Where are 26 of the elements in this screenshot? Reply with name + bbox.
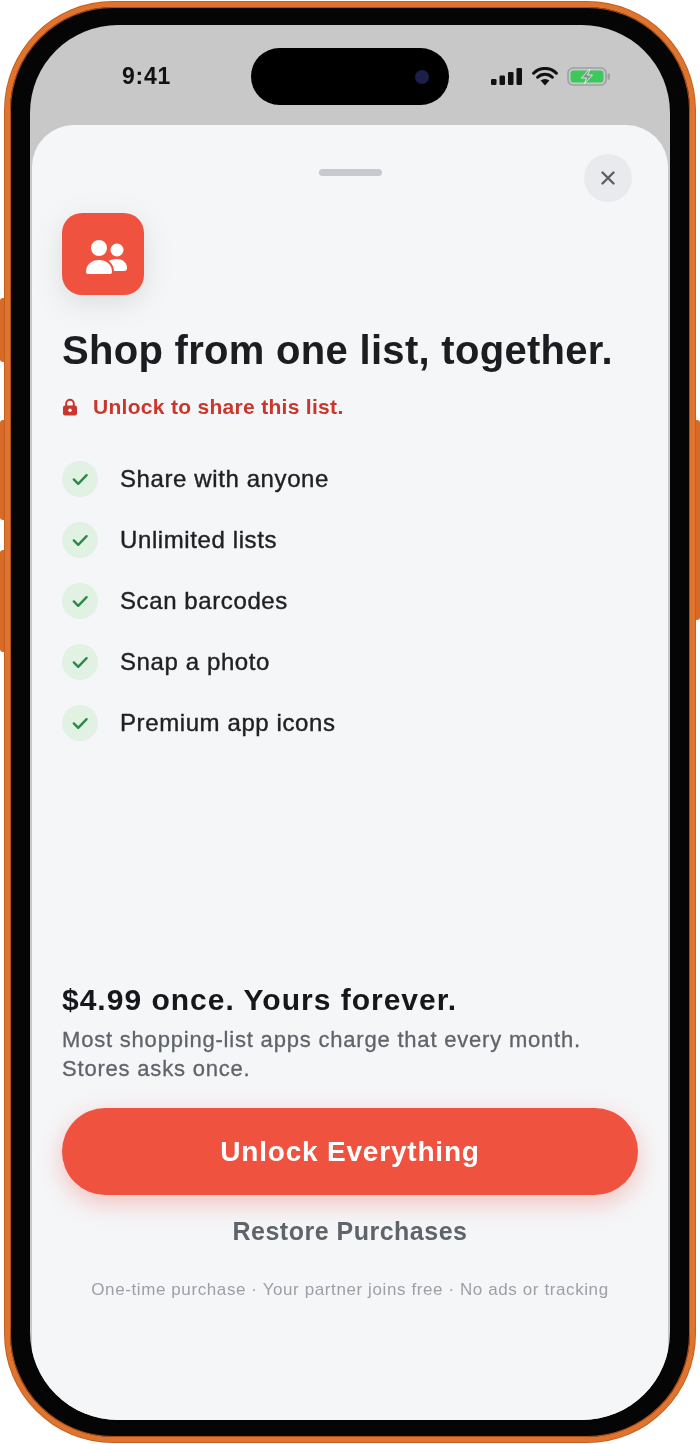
feature-label: Share with anyone: [120, 464, 329, 494]
feature-label: Premium app icons: [120, 708, 336, 738]
people-icon: [62, 213, 144, 295]
signal-icon: [490, 68, 523, 85]
price-heading: $4.99 once. Yours forever.: [62, 982, 459, 1018]
sheet-title: Shop from one list, together.: [62, 327, 614, 373]
check-icon: [62, 522, 98, 558]
footer-note: One-time purchase · Your partner joins free · No ads or tracking: [90, 1279, 610, 1301]
sheet-grabber[interactable]: [318, 169, 382, 176]
close-icon: [601, 171, 615, 185]
camera-lens-icon: [415, 69, 429, 84]
notice-text: Unlock to share this list.: [93, 394, 344, 420]
check-icon: [62, 644, 98, 680]
feature-label: Snap a photo: [120, 647, 270, 677]
unlock-button[interactable]: Unlock Everything: [62, 1108, 638, 1195]
close-button[interactable]: [584, 154, 632, 202]
status-time: 9:41: [121, 63, 172, 90]
check-icon: [62, 583, 98, 619]
feature-label: Unlimited lists: [120, 525, 278, 555]
check-icon: [62, 705, 98, 741]
lock-icon: [62, 397, 78, 416]
check-icon: [62, 461, 98, 497]
feature-label: Scan barcodes: [120, 586, 288, 616]
price-note: Most shopping-list apps charge that every month. Stores asks once.: [62, 1026, 582, 1083]
restore-button[interactable]: Restore Purchases: [220, 1212, 480, 1250]
wifi-icon: [531, 67, 558, 86]
